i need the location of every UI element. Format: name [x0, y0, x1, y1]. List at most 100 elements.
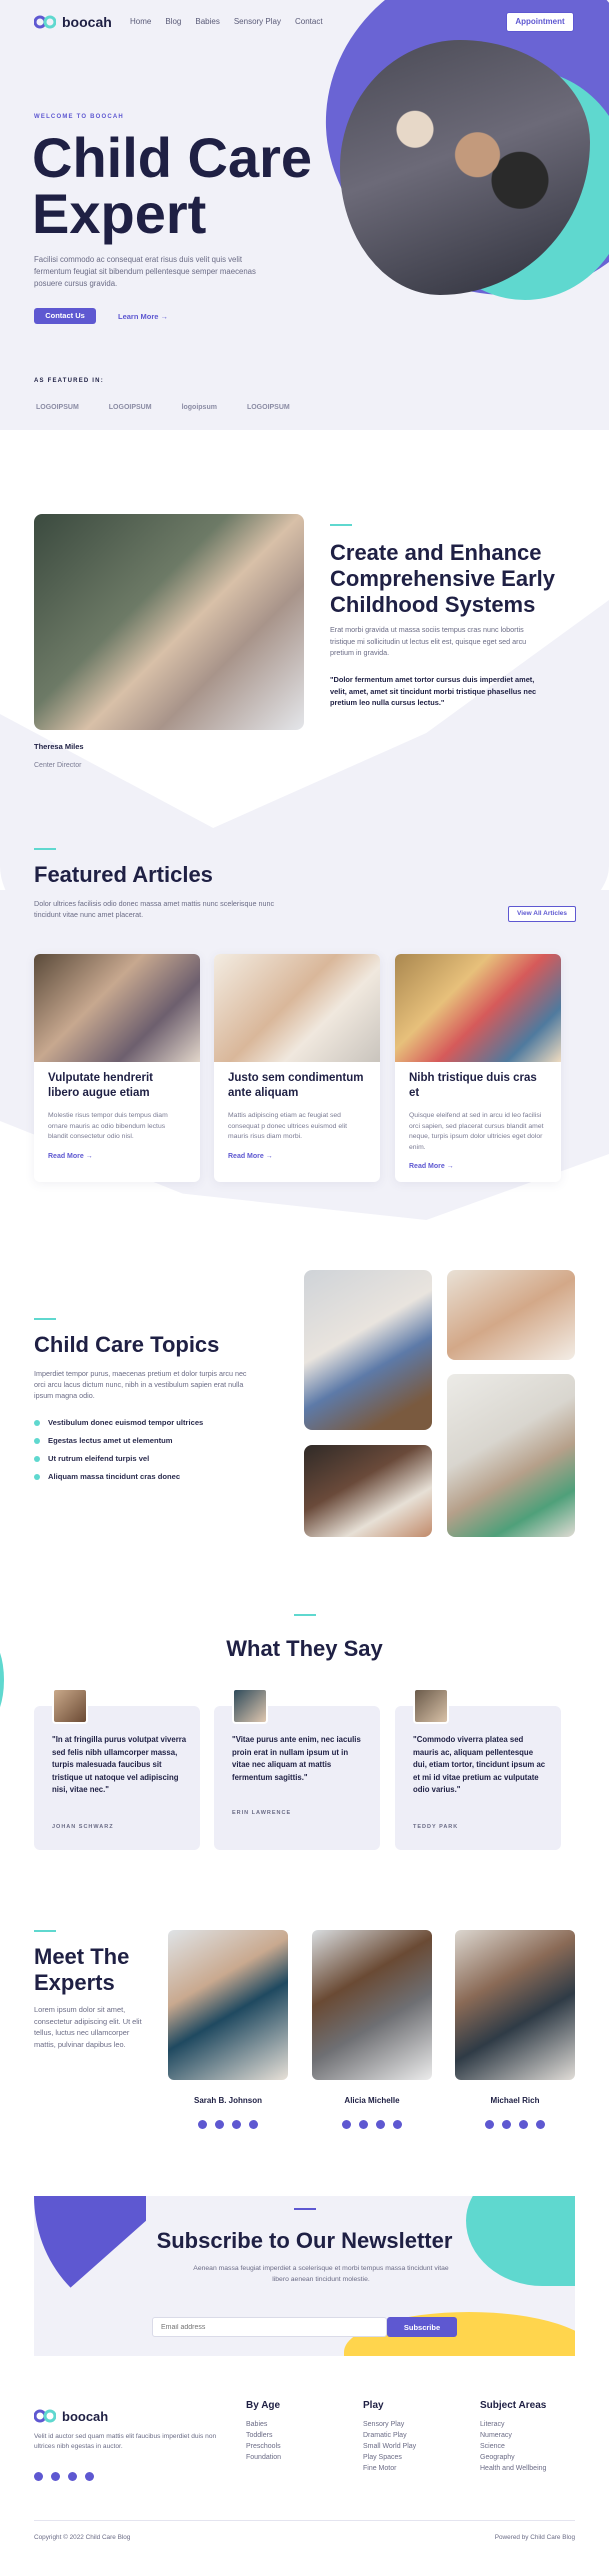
- arrow-right-icon: →: [265, 1152, 273, 1160]
- instagram-icon[interactable]: [376, 2120, 385, 2129]
- expert-photo: [312, 1930, 432, 2080]
- brand-name: boocah: [62, 14, 112, 30]
- topic-item[interactable]: Vestibulum donec euismod tempor ultrices: [34, 1418, 203, 1427]
- expert-name[interactable]: Michael Rich: [455, 2096, 575, 2105]
- footer-link[interactable]: Health and Wellbeing: [480, 2463, 546, 2474]
- topics-list: Vestibulum donec euismod tempor ultrices…: [34, 1418, 203, 1490]
- footer-link[interactable]: Play Spaces: [363, 2452, 416, 2463]
- youtube-icon[interactable]: [85, 2472, 94, 2481]
- hero-title: Child Care Expert: [32, 130, 312, 242]
- nav-home[interactable]: Home: [130, 17, 151, 26]
- read-more-link[interactable]: Read More →: [48, 1153, 186, 1160]
- article-title[interactable]: Vulputate hendrerit libero augue etiam: [48, 1071, 186, 1101]
- facebook-icon[interactable]: [34, 2472, 43, 2481]
- nav-babies[interactable]: Babies: [195, 17, 219, 26]
- hero-title-line2: Expert: [32, 182, 207, 245]
- footer-link[interactable]: Preschools: [246, 2441, 281, 2452]
- footer-link[interactable]: Foundation: [246, 2452, 281, 2463]
- arrow-right-icon: →: [446, 1163, 454, 1170]
- footer-link[interactable]: Geography: [480, 2452, 546, 2463]
- view-all-articles-button[interactable]: View All Articles: [508, 906, 576, 922]
- brand-name: boocah: [62, 2408, 109, 2424]
- brand-logo[interactable]: boocah: [33, 14, 112, 30]
- partner-logo: LOGOIPSUM: [108, 404, 152, 411]
- footer-social: [30, 2468, 98, 2486]
- read-more-link[interactable]: Read More →: [228, 1153, 366, 1160]
- footer-link[interactable]: Babies: [246, 2419, 281, 2430]
- topic-item[interactable]: Egestas lectus amet ut elementum: [34, 1436, 203, 1445]
- footer-link[interactable]: Toddlers: [246, 2430, 281, 2441]
- testimonials-title: What They Say: [226, 1636, 383, 1661]
- appointment-button[interactable]: Appointment: [506, 12, 574, 32]
- testimonial-card: "Vitae purus ante enim, nec iaculis proi…: [214, 1688, 380, 1850]
- twitter-icon[interactable]: [502, 2120, 511, 2129]
- newsletter-text: Aenean massa feugiat imperdiet a sceleri…: [193, 2265, 449, 2283]
- about-title: Create and Enhance Comprehensive Early C…: [330, 540, 555, 617]
- footer-logo[interactable]: boocah: [33, 2408, 109, 2424]
- nav-contact[interactable]: Contact: [295, 17, 323, 26]
- expert-name[interactable]: Alicia Michelle: [312, 2096, 432, 2105]
- facebook-icon[interactable]: [342, 2120, 351, 2129]
- footer-col-subjects: Subject Areas Literacy Numeracy Science …: [480, 2400, 546, 2474]
- twitter-icon[interactable]: [51, 2472, 60, 2481]
- footer-col-age: By Age Babies Toddlers Preschools Founda…: [246, 2400, 281, 2463]
- hero-title-line1: Child Care: [32, 126, 313, 189]
- expert-name[interactable]: Sarah B. Johnson: [168, 2096, 288, 2105]
- article-card[interactable]: Justo sem condimentum ante aliquam Matti…: [214, 954, 380, 1182]
- subscribe-button[interactable]: Subscribe: [387, 2317, 457, 2337]
- footer-link[interactable]: Numeracy: [480, 2430, 546, 2441]
- expert-photo: [168, 1930, 288, 2080]
- about-text: Erat morbi gravida ut massa sociis tempu…: [330, 625, 527, 657]
- article-title[interactable]: Justo sem condimentum ante aliquam: [228, 1071, 366, 1101]
- footer-link[interactable]: Fine Motor: [363, 2463, 416, 2474]
- contact-us-button[interactable]: Contact Us: [34, 308, 96, 324]
- facebook-icon[interactable]: [198, 2120, 207, 2129]
- youtube-icon[interactable]: [536, 2120, 545, 2129]
- articles-title: Featured Articles: [34, 862, 213, 887]
- facebook-icon[interactable]: [485, 2120, 494, 2129]
- expert-social: [312, 2116, 432, 2134]
- article-excerpt: Mattis adipiscing etiam ac feugiat sed c…: [228, 1112, 348, 1140]
- expert-social: [455, 2116, 575, 2134]
- nav-blog[interactable]: Blog: [165, 17, 181, 26]
- twitter-icon[interactable]: [359, 2120, 368, 2129]
- article-card[interactable]: Nibh tristique duis cras et Quisque elei…: [395, 954, 561, 1182]
- instagram-icon[interactable]: [232, 2120, 241, 2129]
- article-card[interactable]: Vulputate hendrerit libero augue etiam M…: [34, 954, 200, 1182]
- learn-more-link[interactable]: Learn More →: [118, 312, 168, 321]
- email-input[interactable]: [152, 2317, 387, 2337]
- instagram-icon[interactable]: [519, 2120, 528, 2129]
- youtube-icon[interactable]: [249, 2120, 258, 2129]
- bullet-icon: [34, 1474, 40, 1480]
- accent-line: [34, 848, 56, 850]
- accent-line: [34, 1930, 56, 1932]
- footer-link[interactable]: Small World Play: [363, 2441, 416, 2452]
- topic-item[interactable]: Ut rutrum eleifend turpis vel: [34, 1454, 203, 1463]
- about-quote: "Dolor fermentum amet tortor cursus duis…: [330, 675, 537, 707]
- footer-divider: [34, 2520, 575, 2521]
- director-photo: [34, 514, 304, 730]
- footer-link[interactable]: Literacy: [480, 2419, 546, 2430]
- read-more-link[interactable]: Read More →: [409, 1163, 547, 1170]
- featured-logos: LOGOIPSUM LOGOIPSUM logoipsum LOGOIPSUM: [36, 404, 290, 411]
- youtube-icon[interactable]: [393, 2120, 402, 2129]
- footer-link[interactable]: Dramatic Play: [363, 2430, 416, 2441]
- twitter-icon[interactable]: [215, 2120, 224, 2129]
- reviewer-name: TEDDY PARK: [413, 1824, 459, 1830]
- footer-link[interactable]: Science: [480, 2441, 546, 2452]
- topic-item[interactable]: Aliquam massa tincidunt cras donec: [34, 1472, 203, 1481]
- featured-in-label: AS FEATURED IN:: [34, 378, 104, 384]
- director-name: Theresa Miles: [34, 742, 84, 751]
- topics-title: Child Care Topics: [34, 1332, 220, 1357]
- footer-col-play: Play Sensory Play Dramatic Play Small Wo…: [363, 2400, 416, 2474]
- arrow-right-icon: →: [160, 312, 169, 321]
- footer-link[interactable]: Sensory Play: [363, 2419, 416, 2430]
- instagram-icon[interactable]: [68, 2472, 77, 2481]
- logo-icon: [33, 2408, 57, 2424]
- article-title[interactable]: Nibh tristique duis cras et: [409, 1071, 547, 1101]
- copyright-text: Copyright © 2022 Child Care Blog: [34, 2534, 131, 2541]
- testimonial-quote: "Commodo viverra platea sed mauris ac, a…: [413, 1735, 546, 1794]
- nav-sensory-play[interactable]: Sensory Play: [234, 17, 281, 26]
- arrow-right-icon: →: [85, 1152, 93, 1160]
- footer-col-title: Play: [363, 2400, 384, 2411]
